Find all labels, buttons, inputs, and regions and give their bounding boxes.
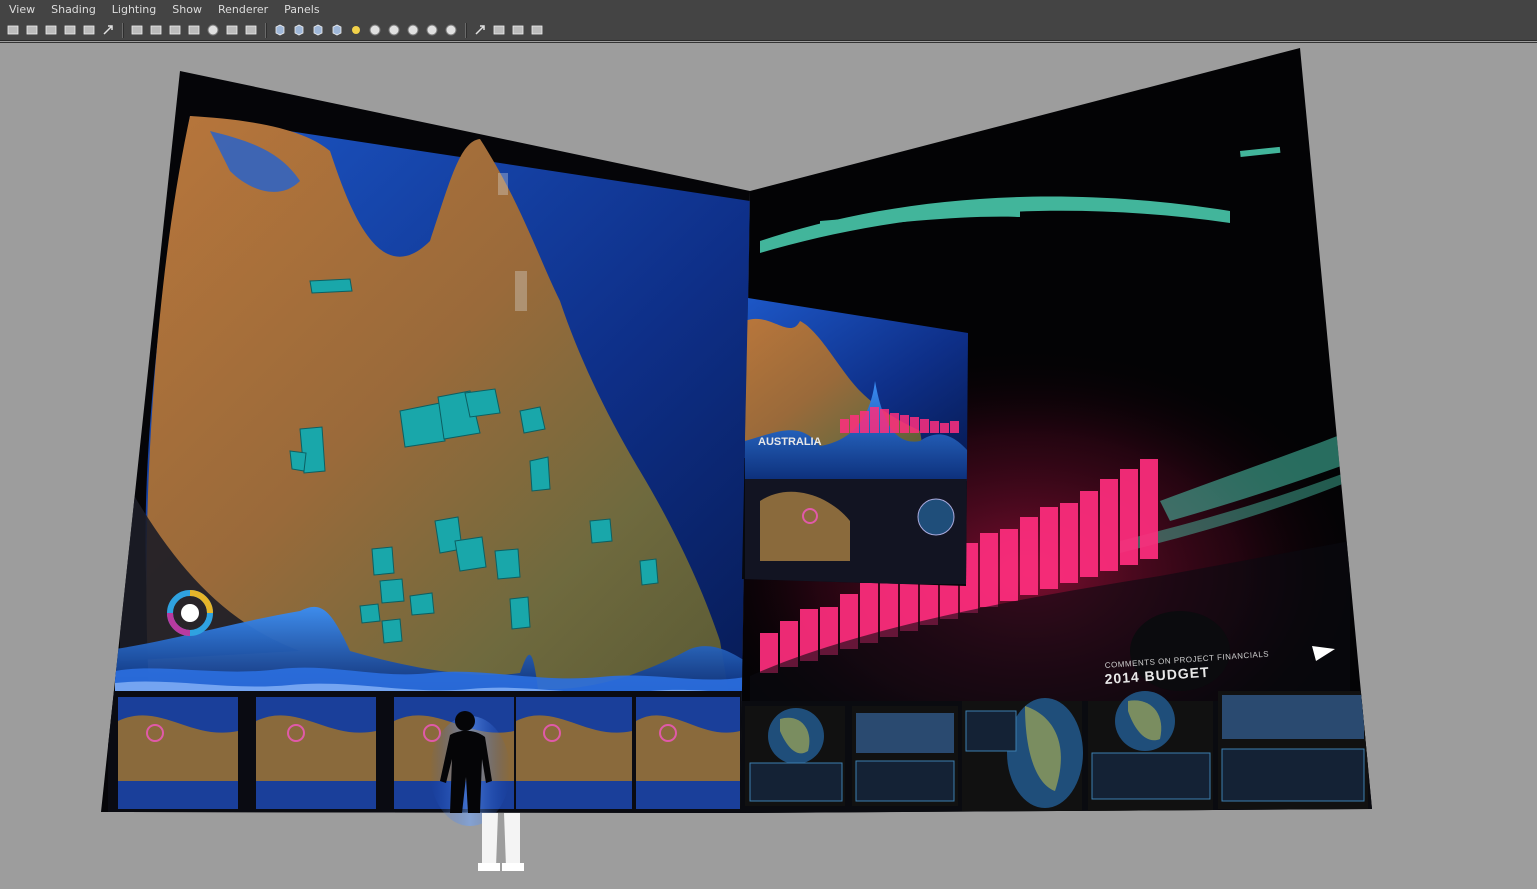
smooth-shade-icon[interactable] (290, 22, 308, 39)
right-thumbnail-strip (740, 691, 1372, 813)
pink-bar (1120, 469, 1138, 565)
image-plane-icon[interactable] (42, 22, 60, 39)
menu-show[interactable]: Show (163, 0, 209, 20)
inset-pink-bar (840, 419, 849, 433)
menu-panels[interactable]: Panels (275, 0, 326, 20)
scene-canvas[interactable]: COMMENTS ON PROJECT FINANCIALS 2014 BUDG… (0, 43, 1537, 889)
left-thumbnail-strip (108, 691, 743, 813)
isolate-select-icon[interactable] (471, 22, 489, 39)
camera-attributes-icon[interactable] (4, 22, 22, 39)
pink-bar (1040, 507, 1058, 589)
person-legs-below-screen (478, 813, 524, 871)
inset-pink-bar (930, 421, 939, 433)
inset-pink-bar (860, 411, 869, 433)
safe-action-icon[interactable] (223, 22, 241, 39)
left-screen (101, 71, 750, 813)
grease-pencil-icon[interactable] (80, 22, 98, 39)
3d-viewport[interactable]: COMMENTS ON PROJECT FINANCIALS 2014 BUDG… (0, 42, 1537, 889)
inset-pink-bar (890, 413, 899, 433)
frame-selected-icon[interactable] (99, 22, 117, 39)
shaded-wireframe-icon[interactable] (309, 22, 327, 39)
gate-mask-icon[interactable] (185, 22, 203, 39)
thumbnail-2 (256, 697, 376, 809)
thumbnail-globe-2 (962, 698, 1083, 811)
thumbnail-map-1 (852, 706, 958, 806)
pink-bar (1140, 459, 1158, 559)
thumbnail-globe-1 (745, 706, 845, 806)
inset-pink-bar (940, 423, 949, 433)
2d-pan-zoom-icon[interactable] (61, 22, 79, 39)
toolbar-separator (265, 22, 267, 38)
shadows-icon[interactable] (366, 22, 384, 39)
inset-pink-bar (910, 417, 919, 433)
thumbnail-map-2 (1218, 691, 1368, 809)
safe-title-icon[interactable] (242, 22, 260, 39)
inset-pink-bar (880, 409, 889, 433)
bookmark-icon[interactable] (23, 22, 41, 39)
depth-of-field-icon[interactable] (442, 22, 460, 39)
film-gate-icon[interactable] (147, 22, 165, 39)
resolution-gate-icon[interactable] (166, 22, 184, 39)
screen-space-ao-icon[interactable] (385, 22, 403, 39)
menu-lighting[interactable]: Lighting (103, 0, 163, 20)
multisample-aa-icon[interactable] (423, 22, 441, 39)
thumbnail-4 (516, 697, 632, 809)
wireframe-icon[interactable] (271, 22, 289, 39)
inset-screen: AUSTRALIA (742, 298, 968, 586)
inset-pink-bar (950, 421, 959, 433)
inset-pink-bar (900, 415, 909, 433)
xray-active-components-icon[interactable] (509, 22, 527, 39)
textured-icon[interactable] (328, 22, 346, 39)
use-all-lights-icon[interactable] (347, 22, 365, 39)
pink-bar (1020, 517, 1038, 595)
pink-bar (1000, 529, 1018, 601)
pink-bar (1100, 479, 1118, 571)
viewport-toolbar (0, 20, 1537, 41)
field-chart-icon[interactable] (204, 22, 222, 39)
inset-label: AUSTRALIA (758, 436, 822, 448)
inset-pink-bar (850, 415, 859, 433)
menu-view[interactable]: View (0, 0, 42, 20)
motion-blur-icon[interactable] (404, 22, 422, 39)
inset-pink-bar (870, 407, 879, 433)
thumbnail-5 (636, 697, 740, 809)
pink-bar (1060, 503, 1078, 583)
toolbar-separator (465, 22, 467, 38)
menu-shading[interactable]: Shading (42, 0, 103, 20)
xray-icon[interactable] (490, 22, 508, 39)
xray-joints-icon[interactable] (528, 22, 546, 39)
pink-bar (1080, 491, 1098, 577)
thumbnail-1 (118, 697, 238, 809)
inset-pink-bar (920, 419, 929, 433)
grid-icon[interactable] (128, 22, 146, 39)
toolbar-separator (122, 22, 124, 38)
viewport-menu-bar: View Shading Lighting Show Renderer Pane… (0, 0, 1537, 20)
pink-bar (980, 533, 998, 607)
thumbnail-globe-3 (1088, 691, 1213, 811)
menu-renderer[interactable]: Renderer (209, 0, 275, 20)
